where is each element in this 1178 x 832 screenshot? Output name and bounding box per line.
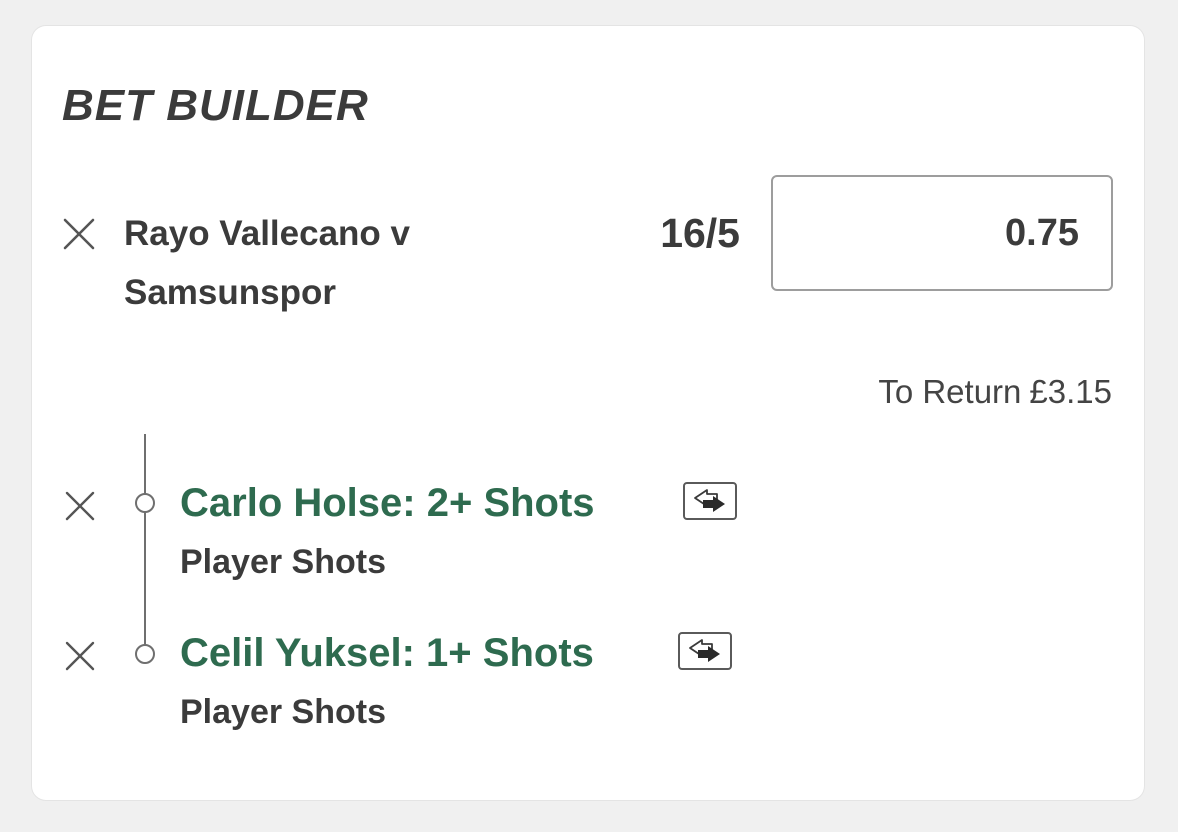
selection-market: Player Shots — [180, 693, 386, 731]
to-return: To Return £3.15 — [878, 370, 1112, 414]
match-name: Rayo Vallecano v Samsunspor — [124, 204, 504, 322]
bet-builder-title: BET BUILDER — [62, 81, 369, 130]
selection-market: Player Shots — [180, 543, 386, 581]
odds-value: 16/5 — [660, 210, 740, 256]
match-name-line1: Rayo Vallecano v — [124, 214, 410, 253]
swap-selection-button[interactable] — [678, 632, 732, 670]
timeline-node — [135, 493, 155, 513]
close-icon — [65, 491, 95, 521]
selection-timeline-line — [144, 434, 146, 654]
to-return-label: To Return — [878, 373, 1022, 410]
timeline-node — [135, 644, 155, 664]
selection-name: Carlo Holse: 2+ Shots — [180, 481, 595, 525]
close-icon — [65, 641, 95, 671]
to-return-value: £3.15 — [1029, 373, 1112, 410]
close-icon — [63, 218, 95, 250]
swap-arrows-icon — [678, 632, 732, 670]
match-name-line2: Samsunspor — [124, 273, 336, 312]
stake-input[interactable] — [771, 175, 1113, 291]
remove-selection-button[interactable] — [64, 640, 98, 674]
remove-bet-button[interactable] — [62, 217, 96, 251]
swap-arrows-icon — [683, 482, 737, 520]
selection-name: Celil Yuksel: 1+ Shots — [180, 631, 594, 675]
remove-selection-button[interactable] — [64, 490, 98, 524]
swap-selection-button[interactable] — [683, 482, 737, 520]
